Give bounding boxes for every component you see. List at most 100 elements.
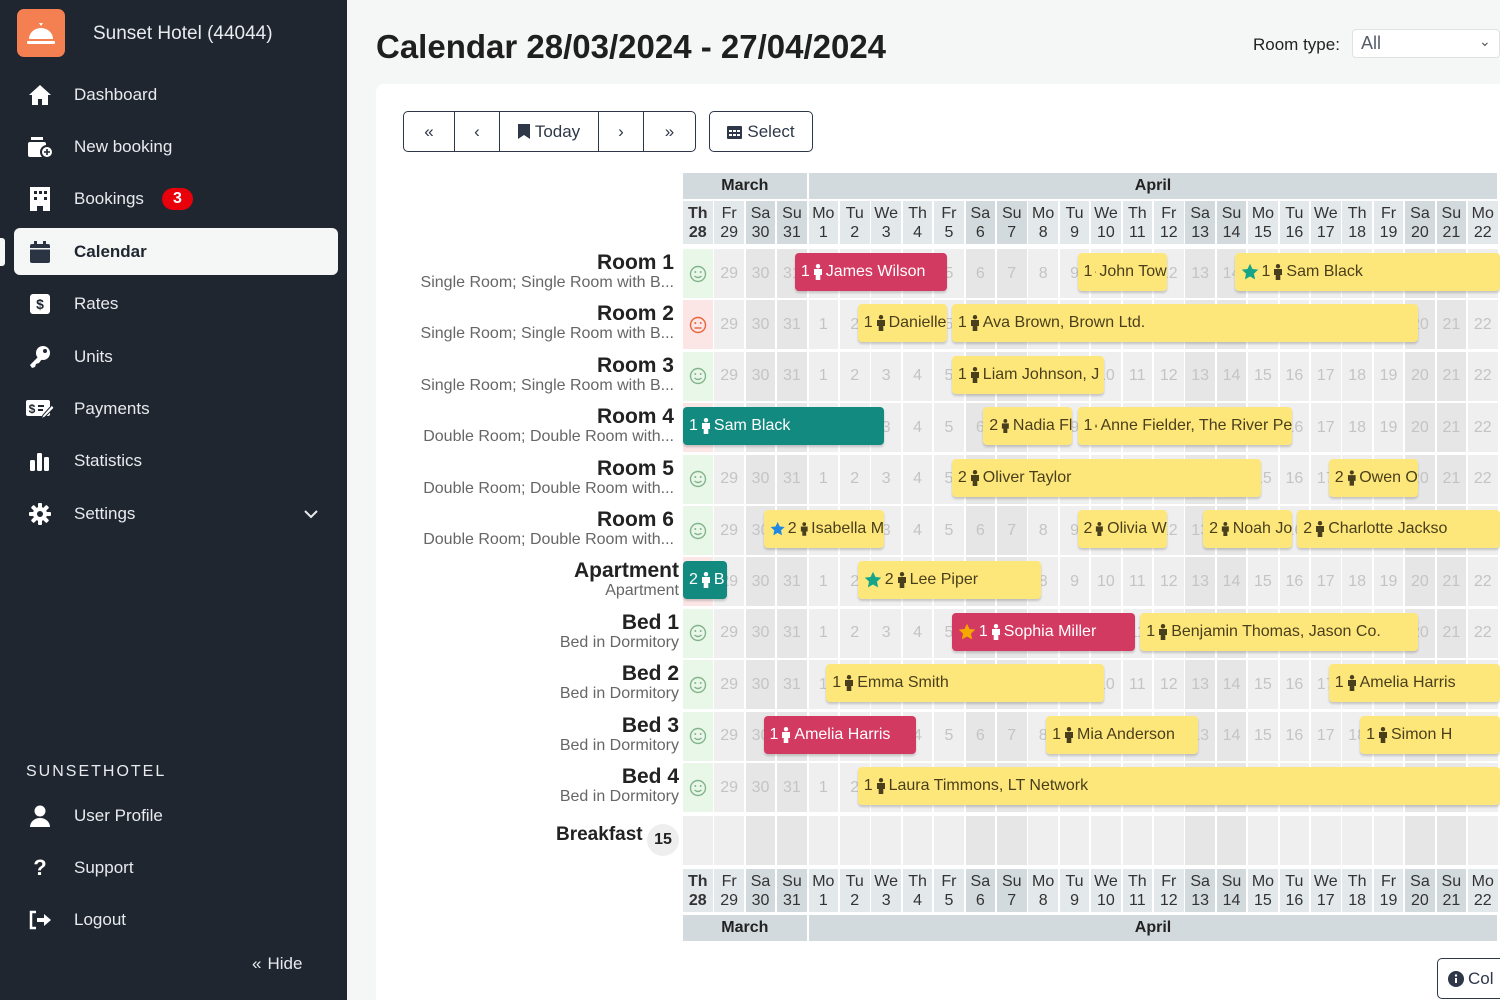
unit-name[interactable]: Apartment <box>574 560 679 582</box>
calendar-cell[interactable]: 6 <box>965 506 996 555</box>
next-month-button[interactable]: » <box>644 112 695 151</box>
sidebar-item-rates[interactable]: $ Rates <box>14 281 338 328</box>
calendar-cell[interactable]: 6 <box>965 249 996 298</box>
calendar-cell[interactable]: 21 <box>1436 608 1467 658</box>
calendar-cell[interactable]: 4 <box>902 403 933 453</box>
calendar-cell[interactable]: 17 <box>1311 351 1341 401</box>
booking-bar[interactable]: 1 Liam Johnson, J <box>951 355 1104 394</box>
calendar-cell[interactable]: 19 <box>1373 557 1404 607</box>
booking-bar[interactable]: 1 Mia Anderson <box>1046 715 1199 754</box>
unit-name[interactable]: Room 2 <box>421 303 674 325</box>
breakfast-cell[interactable] <box>902 816 933 865</box>
calendar-cell[interactable]: 22 <box>1468 608 1498 658</box>
calendar-cell[interactable]: 18 <box>1342 557 1372 607</box>
breakfast-cell[interactable] <box>965 816 996 865</box>
calendar-cell[interactable]: 20 <box>1405 403 1435 453</box>
calendar-cell[interactable]: 16 <box>1279 454 1310 504</box>
calendar-cell[interactable]: 21 <box>1436 557 1467 607</box>
booking-bar[interactable]: 1 Sophia Miller <box>951 612 1136 651</box>
calendar-cell[interactable]: 13 <box>1185 249 1215 298</box>
booking-bar[interactable]: 1 John Tow <box>1077 253 1167 291</box>
calendar-cell[interactable]: 12 <box>1154 557 1184 607</box>
today-button[interactable]: Today <box>500 112 599 151</box>
room-status-cell[interactable] <box>683 711 713 761</box>
room-type-select[interactable]: All ⌄ <box>1352 29 1500 58</box>
booking-bar[interactable]: 2 Noah Jo <box>1203 510 1293 548</box>
sidebar-item-support[interactable]: ? Support <box>14 844 338 891</box>
unit-name[interactable]: Room 6 <box>423 509 674 531</box>
calendar-cell[interactable]: 1 <box>808 300 839 350</box>
unit-name[interactable]: Bed 3 <box>560 714 679 737</box>
calendar-cell[interactable]: 30 <box>745 660 776 710</box>
calendar-cell[interactable]: 16 <box>1279 351 1310 401</box>
sidebar-item-payments[interactable]: $ Payments <box>14 385 338 432</box>
calendar-cell[interactable]: 22 <box>1468 351 1498 401</box>
calendar-cell[interactable]: 30 <box>745 763 776 812</box>
breakfast-cell[interactable] <box>1216 816 1247 865</box>
colors-button[interactable]: Col <box>1437 958 1500 999</box>
calendar-cell[interactable]: 14 <box>1216 711 1247 761</box>
breakfast-cell[interactable] <box>1154 816 1184 865</box>
calendar-cell[interactable]: 15 <box>1248 660 1278 710</box>
calendar-cell[interactable]: 7 <box>997 711 1027 761</box>
concierge-bell-icon[interactable] <box>17 9 65 57</box>
room-status-cell[interactable] <box>683 660 713 710</box>
calendar-cell[interactable]: 6 <box>965 711 996 761</box>
room-status-cell[interactable] <box>683 506 713 555</box>
breakfast-cell[interactable] <box>1091 816 1121 865</box>
unit-name[interactable]: Room 3 <box>421 354 674 377</box>
breakfast-cell[interactable] <box>934 816 964 865</box>
breakfast-cell[interactable] <box>840 816 870 865</box>
calendar-cell[interactable]: 5 <box>934 403 964 453</box>
breakfast-cell[interactable] <box>1468 816 1498 865</box>
calendar-cell[interactable]: 17 <box>1311 711 1341 761</box>
breakfast-cell[interactable] <box>1059 816 1090 865</box>
booking-bar[interactable]: 2 Charlotte Jackso <box>1297 510 1500 548</box>
sidebar-item-settings[interactable]: Settings <box>14 490 338 537</box>
calendar-cell[interactable]: 21 <box>1436 454 1467 504</box>
calendar-cell[interactable]: 30 <box>745 608 776 658</box>
booking-bar[interactable]: 2 Olivia W <box>1077 510 1167 548</box>
calendar-cell[interactable]: 11 <box>1122 660 1153 710</box>
calendar-cell[interactable]: 17 <box>1311 557 1341 607</box>
hotel-name[interactable]: Sunset Hotel (44044) <box>93 23 273 45</box>
sidebar-item-new-booking[interactable]: New booking <box>14 123 338 170</box>
breakfast-cell[interactable] <box>1436 816 1467 865</box>
calendar-cell[interactable]: 30 <box>745 249 776 298</box>
calendar-cell[interactable]: 15 <box>1248 351 1278 401</box>
booking-bar[interactable]: 1 Sam Black <box>683 407 885 446</box>
booking-bar[interactable]: 2 Owen O <box>1328 458 1418 497</box>
unit-name[interactable]: Bed 4 <box>560 766 679 788</box>
booking-bar[interactable]: 1 Benjamin Thomas, Jason Co. <box>1140 612 1418 651</box>
calendar-cell[interactable]: 1 <box>808 351 839 401</box>
calendar-cell[interactable]: 8 <box>1028 249 1058 298</box>
room-status-cell[interactable] <box>683 763 713 812</box>
sidebar-item-calendar[interactable]: Calendar <box>0 228 338 276</box>
sidebar-item-dashboard[interactable]: Dashboard <box>14 71 338 118</box>
booking-bar[interactable]: 2 Isabella M <box>763 510 885 548</box>
calendar-cell[interactable]: 11 <box>1122 351 1153 401</box>
calendar-cell[interactable]: 21 <box>1436 300 1467 350</box>
calendar-cell[interactable]: 29 <box>714 763 744 812</box>
calendar-cell[interactable]: 13 <box>1185 660 1215 710</box>
calendar-cell[interactable]: 14 <box>1216 557 1247 607</box>
calendar-cell[interactable]: 4 <box>902 351 933 401</box>
calendar-cell[interactable]: 29 <box>714 300 744 350</box>
prev-month-button[interactable]: « <box>404 112 455 151</box>
calendar-cell[interactable]: 31 <box>777 300 807 350</box>
calendar-cell[interactable]: 31 <box>777 454 807 504</box>
calendar-cell[interactable]: 12 <box>1154 351 1184 401</box>
calendar-cell[interactable]: 17 <box>1311 403 1341 453</box>
breakfast-cell[interactable] <box>777 816 807 865</box>
breakfast-cell[interactable] <box>1342 816 1372 865</box>
calendar-cell[interactable]: 19 <box>1373 351 1404 401</box>
calendar-cell[interactable]: 31 <box>777 763 807 812</box>
calendar-cell[interactable]: 31 <box>777 351 807 401</box>
breakfast-cell[interactable] <box>745 816 776 865</box>
sidebar-item-statistics[interactable]: Statistics <box>14 438 338 485</box>
calendar-cell[interactable]: 10 <box>1091 557 1121 607</box>
sidebar-item-logout[interactable]: Logout <box>14 897 338 944</box>
calendar-cell[interactable]: 13 <box>1185 557 1215 607</box>
calendar-cell[interactable]: 30 <box>745 300 776 350</box>
sidebar-item-bookings[interactable]: Bookings 3 <box>14 176 338 223</box>
